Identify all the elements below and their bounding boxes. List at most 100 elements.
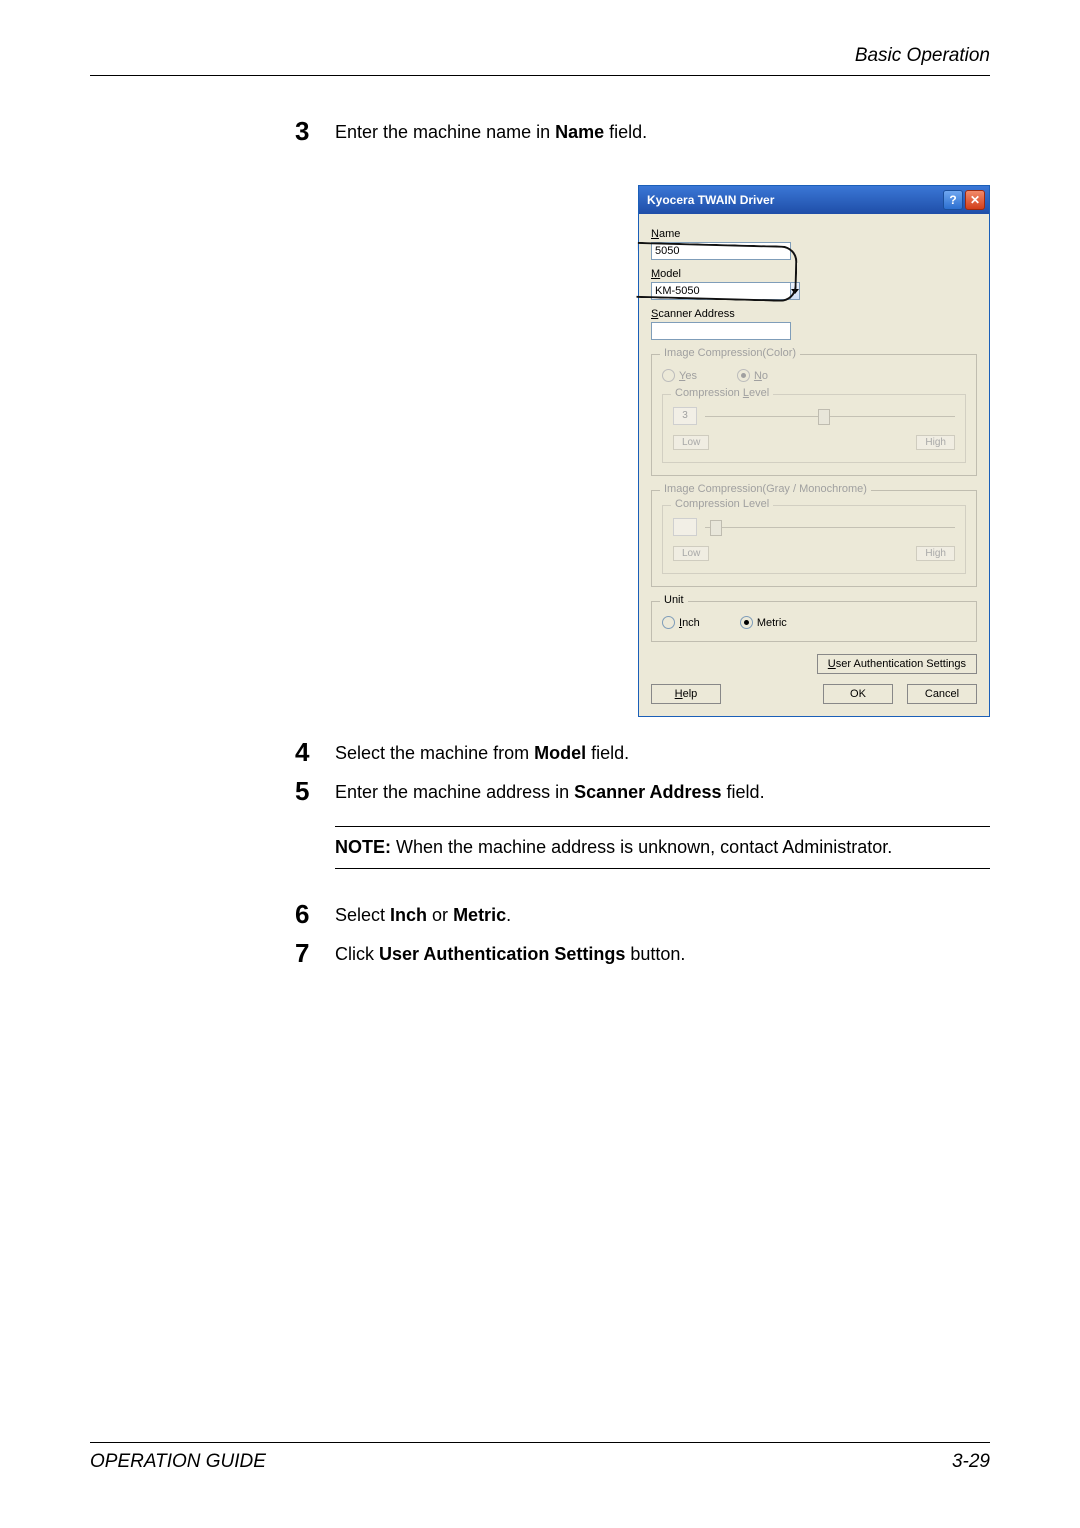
radio-inch[interactable]: Inch: [662, 616, 700, 629]
color-radio-row: Yes No: [662, 369, 966, 382]
group-comp-level-2: Compression Level Low High: [662, 505, 966, 574]
note-text: NOTE: When the machine address is unknow…: [335, 837, 990, 858]
help-button[interactable]: Help: [651, 684, 721, 704]
step-num: 6: [295, 899, 335, 927]
high-button: High: [916, 435, 955, 450]
radio-icon: [737, 369, 750, 382]
note-rule-top: [335, 826, 990, 827]
text: Click: [335, 944, 379, 964]
help-icon[interactable]: ?: [943, 190, 963, 210]
radio-icon: [662, 616, 675, 629]
twain-dialog: Kyocera TWAIN Driver ? ✕ Name Model: [638, 185, 990, 717]
step-7: 7 Click User Authentication Settings but…: [295, 938, 990, 967]
comp-level-legend-2: Compression Level: [671, 498, 773, 510]
slider-track-2: [705, 519, 955, 535]
text: Select the machine from: [335, 743, 534, 763]
high-button-2: High: [916, 546, 955, 561]
group-gray: Image Compression(Gray / Monochrome) Com…: [651, 490, 977, 587]
group-gray-legend: Image Compression(Gray / Monochrome): [660, 483, 871, 495]
text: field.: [722, 782, 765, 802]
unit-radio-row: Inch Metric: [662, 616, 966, 629]
dialog-button-row: Help OK Cancel: [651, 684, 977, 704]
step-text: Enter the machine name in Name field.: [335, 116, 990, 145]
step-5: 5 Enter the machine address in Scanner A…: [295, 776, 990, 805]
comp-level-legend: Compression Level: [671, 387, 773, 399]
low-high-row-2: Low High: [673, 546, 955, 561]
bold: Metric: [453, 905, 506, 925]
step-6: 6 Select Inch or Metric.: [295, 899, 990, 928]
dialog-body: Name Model Scanner Address Image Compres…: [639, 214, 989, 716]
group-color-legend: Image Compression(Color): [660, 347, 800, 359]
slider-value: 3: [673, 407, 697, 425]
note-block: NOTE: When the machine address is unknow…: [335, 826, 990, 869]
bold: Name: [555, 122, 604, 142]
header-section: Basic Operation: [90, 45, 990, 75]
scanner-label: Scanner Address: [651, 308, 977, 320]
text: button.: [625, 944, 685, 964]
model-input[interactable]: [651, 282, 791, 300]
radio-yes: Yes: [662, 369, 697, 382]
slider-thumb-2: [710, 520, 722, 536]
low-button-2: Low: [673, 546, 709, 561]
text: Enter the machine address in: [335, 782, 574, 802]
header-rule: [90, 75, 990, 76]
step-4: 4 Select the machine from Model field.: [295, 737, 990, 766]
group-unit: Unit Inch Metric: [651, 601, 977, 642]
page: Basic Operation 3 Enter the machine name…: [0, 0, 1080, 1528]
radio-icon: [740, 616, 753, 629]
page-footer: OPERATION GUIDE 3-29: [90, 1442, 990, 1473]
ok-button[interactable]: OK: [823, 684, 893, 704]
step-num: 3: [295, 116, 335, 144]
radio-no: No: [737, 369, 768, 382]
step-num: 7: [295, 938, 335, 966]
footer-rule: [90, 1442, 990, 1443]
text: .: [506, 905, 511, 925]
step-text: Select the machine from Model field.: [335, 737, 990, 766]
footer-row: OPERATION GUIDE 3-29: [90, 1451, 990, 1473]
slider-track: [705, 408, 955, 424]
chevron-down-icon[interactable]: [791, 282, 800, 300]
step-text: Click User Authentication Settings butto…: [335, 938, 990, 967]
model-label: Model: [651, 268, 977, 280]
step-text: Enter the machine address in Scanner Add…: [335, 776, 990, 805]
footer-right: 3-29: [952, 1451, 990, 1473]
note-label: NOTE:: [335, 837, 391, 857]
text: field.: [604, 122, 647, 142]
bold: Scanner Address: [574, 782, 721, 802]
step-3: 3 Enter the machine name in Name field.: [295, 116, 990, 145]
bold: Inch: [390, 905, 427, 925]
close-icon[interactable]: ✕: [965, 190, 985, 210]
step-num: 4: [295, 737, 335, 765]
model-combo[interactable]: [651, 282, 791, 300]
low-high-row: Low High: [673, 435, 955, 450]
screenshot: Kyocera TWAIN Driver ? ✕ Name Model: [638, 185, 990, 717]
note-rule-bottom: [335, 868, 990, 869]
name-input[interactable]: [651, 242, 791, 260]
dialog-title: Kyocera TWAIN Driver: [647, 193, 774, 207]
step-text: Select Inch or Metric.: [335, 899, 990, 928]
text: field.: [586, 743, 629, 763]
cancel-button[interactable]: Cancel: [907, 684, 977, 704]
text: or: [427, 905, 453, 925]
slider-2: [673, 518, 955, 536]
group-comp-level: Compression Level 3 Low High: [662, 394, 966, 463]
footer-left: OPERATION GUIDE: [90, 1451, 266, 1473]
note-body: When the machine address is unknown, con…: [391, 837, 892, 857]
user-auth-button[interactable]: User Authentication Settings: [817, 654, 977, 674]
step-num: 5: [295, 776, 335, 804]
content-column: 3 Enter the machine name in Name field. …: [295, 116, 990, 967]
uas-row: User Authentication Settings: [651, 654, 977, 674]
scanner-input[interactable]: [651, 322, 791, 340]
low-button: Low: [673, 435, 709, 450]
group-color: Image Compression(Color) Yes No: [651, 354, 977, 476]
slider: 3: [673, 407, 955, 425]
text: Select: [335, 905, 390, 925]
text: Enter the machine name in: [335, 122, 555, 142]
title-buttons: ? ✕: [943, 190, 985, 210]
bold: User Authentication Settings: [379, 944, 625, 964]
bold: Model: [534, 743, 586, 763]
slider-thumb: [818, 409, 830, 425]
radio-icon: [662, 369, 675, 382]
radio-metric[interactable]: Metric: [740, 616, 787, 629]
slider-value-2: [673, 518, 697, 536]
